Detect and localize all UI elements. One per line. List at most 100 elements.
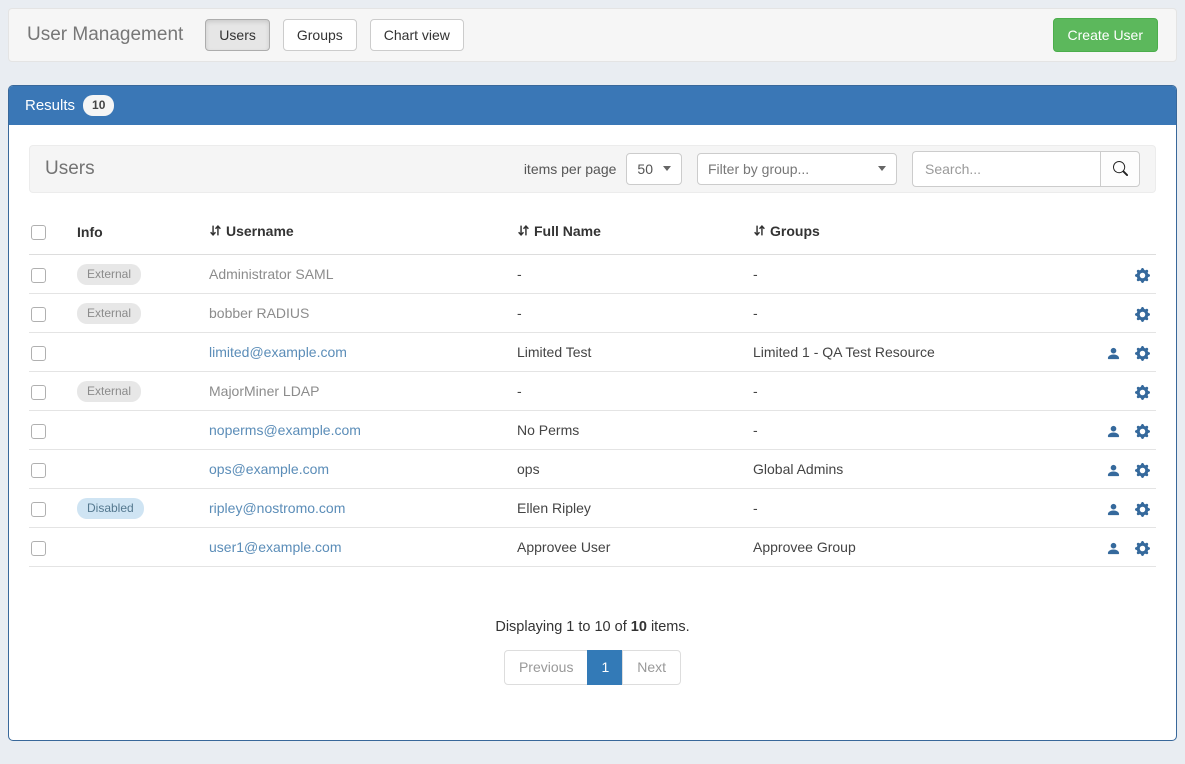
- create-user-button[interactable]: Create User: [1053, 18, 1158, 53]
- row-checkbox[interactable]: [31, 502, 46, 517]
- groups-cell: -: [753, 294, 1078, 333]
- toolbar-controls: items per page 50 Filter by group...: [524, 151, 1140, 187]
- tab-chart-view[interactable]: Chart view: [370, 19, 464, 52]
- column-header-groups[interactable]: Groups: [753, 199, 1078, 255]
- gear-icon[interactable]: [1135, 385, 1150, 400]
- search-button[interactable]: [1100, 151, 1140, 187]
- gear-icon[interactable]: [1135, 268, 1150, 283]
- items-per-page-value: 50: [637, 161, 653, 177]
- view-switcher: Users Groups Chart view: [205, 19, 464, 52]
- username-cell-text[interactable]: limited@example.com: [209, 344, 347, 360]
- pagination: Previous 1 Next: [29, 650, 1156, 685]
- full-name-cell: Approvee User: [517, 528, 753, 567]
- user-icon[interactable]: [1106, 346, 1121, 361]
- items-per-page-select[interactable]: 50: [626, 153, 682, 185]
- full-name-cell: -: [517, 372, 753, 411]
- top-bar: User Management Users Groups Chart view …: [8, 8, 1177, 62]
- results-count-badge: 10: [83, 95, 114, 116]
- search-input[interactable]: [912, 151, 1100, 187]
- sort-arrows-icon: [517, 224, 530, 237]
- full-name-cell: -: [517, 294, 753, 333]
- groups-cell: -: [753, 255, 1078, 294]
- row-checkbox[interactable]: [31, 463, 46, 478]
- results-panel-header: Results 10: [9, 86, 1176, 125]
- table-row: Disabled ripley@nostromo.com Ellen Riple…: [29, 489, 1156, 528]
- results-title: Results: [25, 97, 75, 114]
- row-actions: [1078, 450, 1156, 489]
- table-row: External bobber RADIUS - -: [29, 294, 1156, 333]
- info-badge: Disabled: [77, 498, 144, 520]
- results-panel: Results 10 Users items per page 50 Filte…: [8, 85, 1177, 741]
- group-filter-select[interactable]: Filter by group...: [697, 153, 897, 185]
- username-cell-text: Administrator SAML: [209, 266, 333, 282]
- total-items-count: 10: [631, 619, 647, 635]
- row-actions: [1078, 333, 1156, 372]
- gear-icon[interactable]: [1135, 502, 1150, 517]
- row-checkbox[interactable]: [31, 307, 46, 322]
- users-toolbar: Users items per page 50 Filter by group.…: [29, 145, 1156, 193]
- user-icon[interactable]: [1106, 424, 1121, 439]
- gear-icon[interactable]: [1135, 307, 1150, 322]
- groups-cell: -: [753, 411, 1078, 450]
- full-name-cell: Ellen Ripley: [517, 489, 753, 528]
- items-per-page-label: items per page: [524, 161, 617, 177]
- full-name-cell: ops: [517, 450, 753, 489]
- caret-down-icon: [878, 166, 886, 171]
- user-icon[interactable]: [1106, 463, 1121, 478]
- groups-cell: -: [753, 489, 1078, 528]
- row-actions: [1078, 411, 1156, 450]
- pagination-next[interactable]: Next: [622, 650, 681, 685]
- row-checkbox[interactable]: [31, 385, 46, 400]
- table-row: External Administrator SAML - -: [29, 255, 1156, 294]
- full-name-cell: Limited Test: [517, 333, 753, 372]
- pagination-previous[interactable]: Previous: [504, 650, 588, 685]
- displaying-info: Displaying 1 to 10 of 10 items.: [29, 619, 1156, 635]
- full-name-cell: No Perms: [517, 411, 753, 450]
- row-checkbox[interactable]: [31, 268, 46, 283]
- table-row: user1@example.com Approvee User Approvee…: [29, 528, 1156, 567]
- gear-icon[interactable]: [1135, 541, 1150, 556]
- username-cell-text: MajorMiner LDAP: [209, 383, 319, 399]
- row-actions: [1078, 294, 1156, 333]
- gear-icon[interactable]: [1135, 346, 1150, 361]
- full-name-cell: -: [517, 255, 753, 294]
- gear-icon[interactable]: [1135, 463, 1150, 478]
- gear-icon[interactable]: [1135, 424, 1150, 439]
- sort-arrows-icon: [753, 224, 766, 237]
- row-checkbox[interactable]: [31, 346, 46, 361]
- group-filter-placeholder: Filter by group...: [708, 161, 809, 177]
- username-cell-text[interactable]: ripley@nostromo.com: [209, 500, 345, 516]
- users-table: Info Username: [29, 199, 1156, 568]
- user-icon[interactable]: [1106, 541, 1121, 556]
- username-cell-text[interactable]: user1@example.com: [209, 539, 342, 555]
- row-checkbox[interactable]: [31, 541, 46, 556]
- search-group: [912, 151, 1140, 187]
- groups-cell: Limited 1 - QA Test Resource: [753, 333, 1078, 372]
- column-header-full-name[interactable]: Full Name: [517, 199, 753, 255]
- caret-down-icon: [663, 166, 671, 171]
- pagination-page-1[interactable]: 1: [587, 650, 623, 685]
- sort-arrows-icon: [209, 224, 222, 237]
- page-title: User Management: [27, 24, 183, 46]
- row-actions: [1078, 255, 1156, 294]
- table-header-row: Info Username: [29, 199, 1156, 255]
- user-icon[interactable]: [1106, 502, 1121, 517]
- select-all-checkbox[interactable]: [31, 225, 46, 240]
- groups-cell: Global Admins: [753, 450, 1078, 489]
- info-badge: External: [77, 381, 141, 403]
- column-header-info: Info: [77, 199, 209, 255]
- results-panel-body: Users items per page 50 Filter by group.…: [9, 125, 1176, 705]
- tab-users[interactable]: Users: [205, 19, 270, 52]
- tab-groups[interactable]: Groups: [283, 19, 357, 52]
- info-badge: External: [77, 303, 141, 325]
- table-row: noperms@example.com No Perms -: [29, 411, 1156, 450]
- column-header-username[interactable]: Username: [209, 199, 517, 255]
- users-section-heading: Users: [45, 158, 95, 180]
- info-badge: External: [77, 264, 141, 286]
- table-row: limited@example.com Limited Test Limited…: [29, 333, 1156, 372]
- row-checkbox[interactable]: [31, 424, 46, 439]
- row-actions: [1078, 528, 1156, 567]
- username-cell-text[interactable]: ops@example.com: [209, 461, 329, 477]
- groups-cell: -: [753, 372, 1078, 411]
- username-cell-text[interactable]: noperms@example.com: [209, 422, 361, 438]
